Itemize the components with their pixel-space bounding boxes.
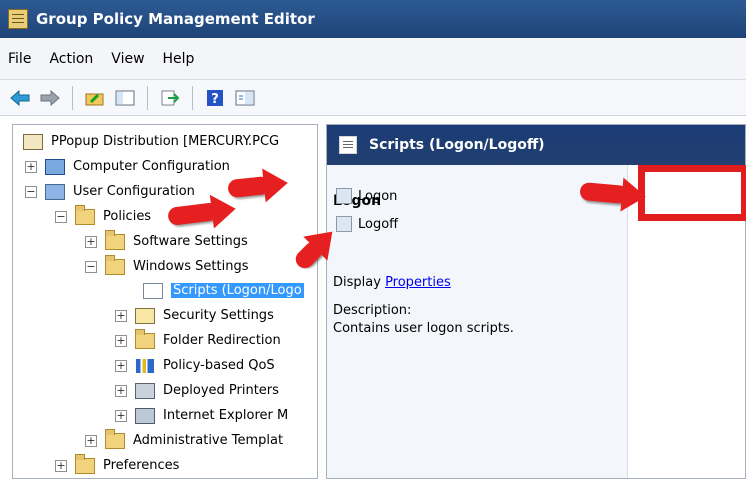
expand-icon[interactable]: + xyxy=(115,309,127,322)
svg-text:?: ? xyxy=(211,92,219,107)
window-title: Group Policy Management Editor xyxy=(36,10,315,28)
tree-item-label: Computer Configuration xyxy=(73,159,230,174)
internet-explorer-icon xyxy=(135,407,155,424)
tree-item-label: Preferences xyxy=(103,458,180,473)
scripts-icon xyxy=(143,282,163,299)
tree-item-label: Policy-based QoS xyxy=(163,358,275,373)
users-icon xyxy=(45,183,65,200)
toolbar-divider xyxy=(72,85,73,110)
details-header: Scripts (Logon/Logoff) xyxy=(327,125,745,165)
group-policy-icon xyxy=(8,9,28,29)
expand-icon[interactable]: + xyxy=(115,384,127,397)
description-label: Description: xyxy=(333,303,412,318)
expand-icon[interactable]: + xyxy=(115,359,127,372)
description-text: Contains user logon scripts. xyxy=(333,321,514,336)
collapse-icon[interactable]: − xyxy=(55,210,67,223)
toolbar-divider-2 xyxy=(147,85,148,110)
tree-item-scripts[interactable]: Scripts (Logon/Logo xyxy=(143,278,304,303)
menu-bar: File Action View Help xyxy=(0,38,746,80)
forward-icon[interactable] xyxy=(38,86,62,110)
security-icon xyxy=(135,307,155,324)
tree-item-policies[interactable]: − Policies xyxy=(55,204,151,229)
display-properties-line: Display Properties xyxy=(333,275,451,290)
list-item-label: Logoff xyxy=(358,216,399,232)
display-label: Display xyxy=(333,275,381,290)
tree-item-label: Administrative Templat xyxy=(133,433,284,448)
menu-action[interactable]: Action xyxy=(49,51,93,67)
printer-icon xyxy=(135,382,155,399)
window-titlebar: Group Policy Management Editor xyxy=(0,0,746,38)
tree-item-user-configuration[interactable]: − User Configuration xyxy=(25,179,195,204)
export-list-icon[interactable] xyxy=(158,86,182,110)
list-item-label: Logon xyxy=(358,188,398,204)
up-folder-icon[interactable] xyxy=(83,86,107,110)
folder-icon xyxy=(105,229,125,250)
toolbar: ? xyxy=(0,80,746,116)
folder-icon xyxy=(105,254,125,275)
toolbar-divider-3 xyxy=(192,85,193,110)
tree-item-administrative-templates[interactable]: + Administrative Templat xyxy=(85,428,283,453)
tree-item-label-selected: Scripts (Logon/Logo xyxy=(171,283,304,298)
computer-icon xyxy=(45,158,65,175)
tree-root[interactable]: PPopup Distribution [MERCURY.PCG xyxy=(23,129,279,154)
expand-icon[interactable]: + xyxy=(115,409,127,422)
tree-item-label: User Configuration xyxy=(73,184,195,199)
tree-item-label: Deployed Printers xyxy=(163,383,279,398)
expand-icon[interactable]: + xyxy=(115,334,127,347)
tree-item-internet-explorer[interactable]: + Internet Explorer M xyxy=(115,403,288,428)
logon-script-icon xyxy=(336,188,352,204)
logoff-script-icon xyxy=(336,216,352,232)
menu-view[interactable]: View xyxy=(111,51,144,67)
tree-item-label: Security Settings xyxy=(163,308,274,323)
tree-item-security-settings[interactable]: + Security Settings xyxy=(115,303,274,328)
tree-item-label: Folder Redirection xyxy=(163,333,281,348)
properties-icon[interactable] xyxy=(233,86,257,110)
tree-item-preferences[interactable]: + Preferences xyxy=(55,453,179,478)
expand-icon[interactable]: + xyxy=(55,459,67,472)
folder-icon xyxy=(135,328,155,349)
policy-document-icon xyxy=(23,133,43,150)
tree-item-label: Internet Explorer M xyxy=(163,408,289,423)
tree-item-label: Software Settings xyxy=(133,234,248,249)
expand-icon[interactable]: + xyxy=(25,160,37,173)
expand-icon[interactable]: + xyxy=(85,434,97,447)
tree-item-label: Windows Settings xyxy=(133,259,249,274)
folder-icon xyxy=(75,204,95,225)
collapse-icon[interactable]: − xyxy=(85,260,97,273)
tree-item-policy-based-qos[interactable]: + Policy-based QoS xyxy=(115,353,275,378)
tree-item-deployed-printers[interactable]: + Deployed Printers xyxy=(115,378,279,403)
folder-icon xyxy=(75,453,95,474)
show-hide-tree-icon[interactable] xyxy=(113,86,137,110)
tree-item-software-settings[interactable]: + Software Settings xyxy=(85,229,248,254)
logon-highlight-box xyxy=(638,165,746,221)
tree-root-label: PPopup Distribution [MERCURY.PCG xyxy=(51,134,280,149)
collapse-icon[interactable]: − xyxy=(25,185,37,198)
list-item-logon[interactable]: Logon xyxy=(336,184,428,208)
details-title: Scripts (Logon/Logoff) xyxy=(369,137,545,153)
menu-help[interactable]: Help xyxy=(163,51,195,67)
expand-icon[interactable]: + xyxy=(85,235,97,248)
folder-icon xyxy=(105,428,125,449)
list-item-logoff[interactable]: Logoff xyxy=(336,212,428,236)
properties-link[interactable]: Properties xyxy=(385,275,451,290)
qos-bars-icon xyxy=(135,357,155,374)
menu-file[interactable]: File xyxy=(8,51,31,67)
tree-item-folder-redirection[interactable]: + Folder Redirection xyxy=(115,328,281,353)
tree-item-windows-settings[interactable]: − Windows Settings xyxy=(85,254,248,279)
scripts-icon xyxy=(339,136,357,154)
tree-item-label: Policies xyxy=(103,209,152,224)
help-icon[interactable]: ? xyxy=(203,86,227,110)
back-icon[interactable] xyxy=(8,86,32,110)
tree-item-computer-configuration[interactable]: + Computer Configuration xyxy=(25,154,230,179)
